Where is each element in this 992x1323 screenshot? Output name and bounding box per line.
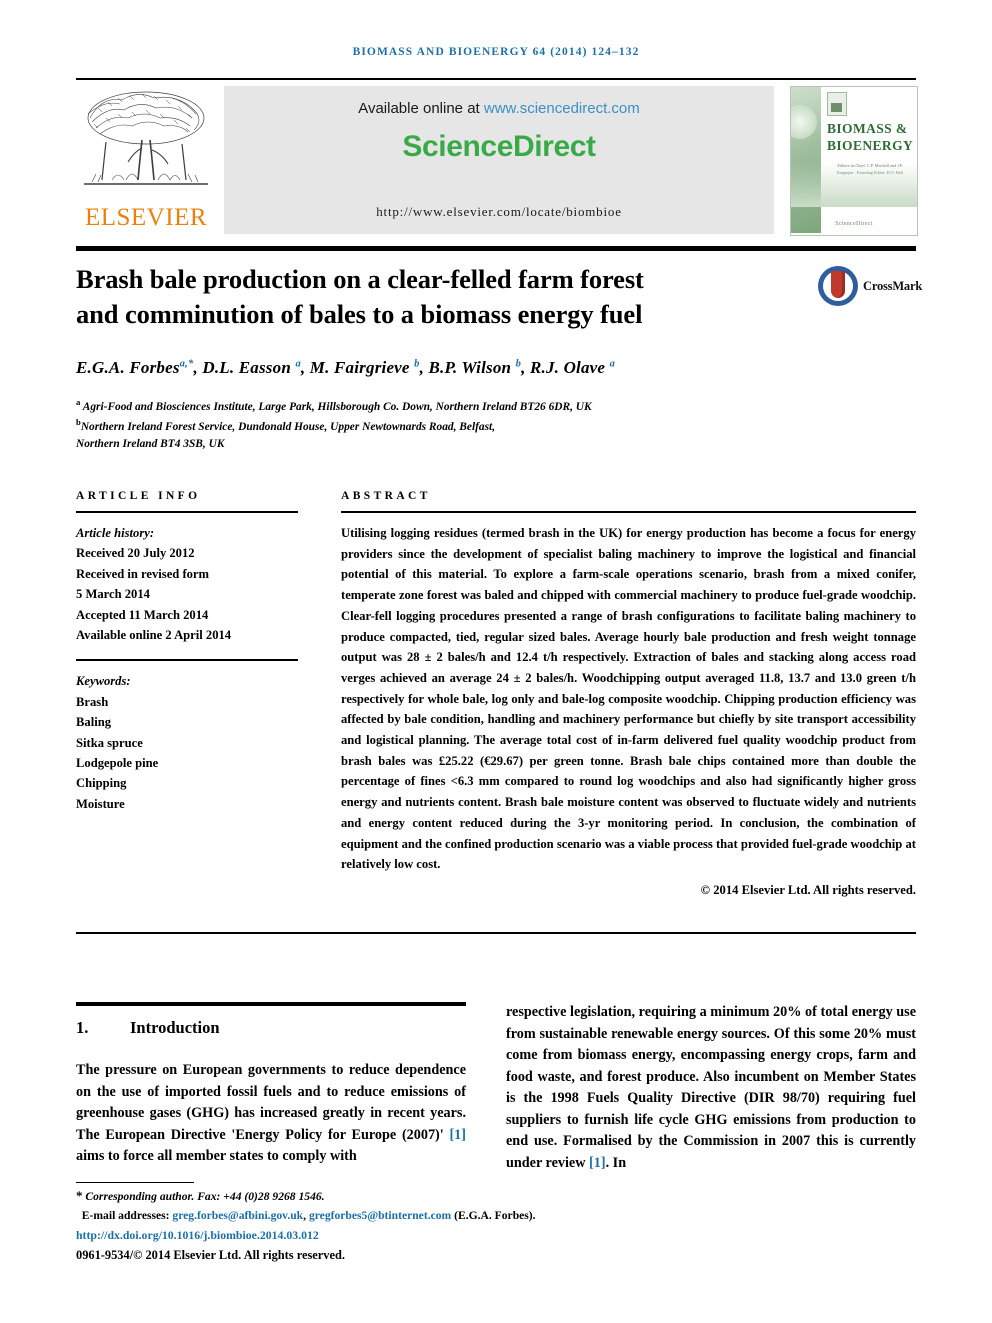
sciencedirect-logo: ScienceDirect xyxy=(402,130,596,163)
keywords-rule xyxy=(76,659,298,662)
elsevier-wordmark: ELSEVIER xyxy=(84,204,208,231)
email-link-secondary[interactable]: gregforbes5@btinternet.com xyxy=(309,1209,451,1222)
journal-cover-thumbnail[interactable]: BIOMASS & BIOENERGY Editors-in-Chief: C.… xyxy=(790,86,918,236)
abstract-rule xyxy=(341,511,916,513)
keyword-item: Sitka spruce xyxy=(76,735,143,750)
masthead-top-rule xyxy=(76,78,916,80)
introduction-left-column: 1. Introduction The pressure on European … xyxy=(76,1002,466,1168)
sciencedirect-band: Available online at www.sciencedirect.co… xyxy=(224,86,774,234)
keyword-item: Brash xyxy=(76,694,109,709)
section-bar xyxy=(76,1002,466,1006)
doi-link[interactable]: http://dx.doi.org/10.1016/j.biombioe.201… xyxy=(76,1228,319,1243)
article-history: Article history: Received 20 July 2012 R… xyxy=(76,523,298,645)
cover-elsevier-mark-icon xyxy=(827,92,847,116)
history-item: Accepted 11 March 2014 xyxy=(76,607,209,622)
cover-title-line2: BIOENERGY xyxy=(827,137,914,153)
section-title: Introduction xyxy=(130,1018,220,1037)
section-heading-introduction: 1. Introduction xyxy=(76,1018,466,1038)
page-title-line2: and comminution of bales to a biomass en… xyxy=(76,298,643,329)
keyword-item: Lodgepole pine xyxy=(76,755,159,770)
article-history-label: Article history: xyxy=(76,526,155,540)
keyword-item: Baling xyxy=(76,715,111,730)
journal-homepage-url[interactable]: http://www.elsevier.com/locate/biombioe xyxy=(224,204,774,220)
elsevier-tree-icon xyxy=(84,91,208,185)
crossmark-badge[interactable]: CrossMark xyxy=(818,266,922,308)
email-owner: (E.G.A. Forbes). xyxy=(454,1208,536,1222)
history-item: Received in revised form xyxy=(76,566,210,581)
crossmark-icon xyxy=(818,266,858,306)
article-info-rule xyxy=(76,511,298,513)
corresponding-author-text: Corresponding author. Fax: +44 (0)28 926… xyxy=(85,1190,325,1203)
keyword-item: Moisture xyxy=(76,796,125,811)
article-info-heading: ARTICLE INFO xyxy=(76,490,201,502)
history-item: Available online 2 April 2014 xyxy=(76,627,232,642)
page-title-line1: Brash bale production on a clear-felled … xyxy=(76,264,644,294)
affiliation-a-text: Agri-Food and Biosciences Institute, Lar… xyxy=(82,400,592,413)
keywords-block: Keywords: Brash Baling Sitka spruce Lodg… xyxy=(76,671,298,814)
page-title: Brash bale production on a clear-felled … xyxy=(76,262,776,332)
sciencedirect-link[interactable]: www.sciencedirect.com xyxy=(484,100,640,117)
issn-copyright-line: 0961-9534/© 2014 Elsevier Ltd. All right… xyxy=(76,1248,345,1262)
running-head: Biomass and Bioenergy 64 (2014) 124–132 xyxy=(352,46,640,58)
footnote-rule xyxy=(76,1182,194,1183)
email-label: E-mail addresses: xyxy=(81,1208,170,1222)
cover-title-line1: BIOMASS & xyxy=(827,121,908,136)
journal-masthead: ELSEVIER Available online at www.science… xyxy=(76,86,918,236)
corresponding-author-note: * Corresponding author. Fax: +44 (0)28 9… xyxy=(76,1186,576,1207)
elsevier-logo: ELSEVIER xyxy=(76,86,216,234)
email-addresses: E-mail addresses: greg.forbes@afbini.gov… xyxy=(76,1207,576,1225)
available-online-prefix: Available online at xyxy=(358,100,484,117)
email-link-primary[interactable]: greg.forbes@afbini.gov.uk xyxy=(172,1209,303,1222)
affiliation-b-line1: Northern Ireland Forest Service, Dundona… xyxy=(80,420,496,433)
asterisk-icon: * xyxy=(76,1188,83,1203)
introduction-paragraph-left: The pressure on European governments to … xyxy=(76,1062,466,1165)
abstract-heading: ABSTRACT xyxy=(341,490,431,502)
history-item: Received 20 July 2012 xyxy=(76,546,195,561)
author-list: E.G.A. Forbesa,*, D.L. Easson a, M. Fair… xyxy=(76,358,616,377)
footnote-block: * Corresponding author. Fax: +44 (0)28 9… xyxy=(76,1186,576,1225)
affiliations: a Agri-Food and Biosciences Institute, L… xyxy=(76,396,776,454)
paper-page: Biomass and Bioenergy 64 (2014) 124–132 xyxy=(0,0,992,1323)
affiliation-b: bNorthern Ireland Forest Service, Dundon… xyxy=(76,417,496,433)
crossmark-label: CrossMark xyxy=(863,279,923,293)
available-online-text: Available online at www.sciencedirect.co… xyxy=(224,100,774,117)
affiliation-a: a Agri-Food and Biosciences Institute, L… xyxy=(76,397,592,413)
abstract-bottom-rule xyxy=(76,932,916,934)
history-item: 5 March 2014 xyxy=(76,587,150,602)
introduction-paragraph-right: respective legislation, requiring a mini… xyxy=(506,1004,916,1172)
abstract-column: ABSTRACT Utilising logging residues (ter… xyxy=(341,490,916,898)
abstract-text: Utilising logging residues (termed brash… xyxy=(341,526,916,872)
article-info-column: ARTICLE INFO Article history: Received 2… xyxy=(76,490,298,814)
cover-grass-graphic xyxy=(791,163,917,207)
affiliation-b-cont: Northern Ireland BT4 3SB, UK xyxy=(76,438,225,451)
section-number: 1. xyxy=(76,1018,89,1037)
abstract-copyright: © 2014 Elsevier Ltd. All rights reserved… xyxy=(700,882,916,897)
cover-sciencedirect-footer: ScienceDirect xyxy=(835,221,873,227)
cover-title: BIOMASS & BIOENERGY xyxy=(827,121,913,155)
keyword-item: Chipping xyxy=(76,776,127,791)
title-top-rule xyxy=(76,246,916,251)
keywords-label: Keywords: xyxy=(76,674,131,689)
introduction-right-column: respective legislation, requiring a mini… xyxy=(506,1002,916,1175)
